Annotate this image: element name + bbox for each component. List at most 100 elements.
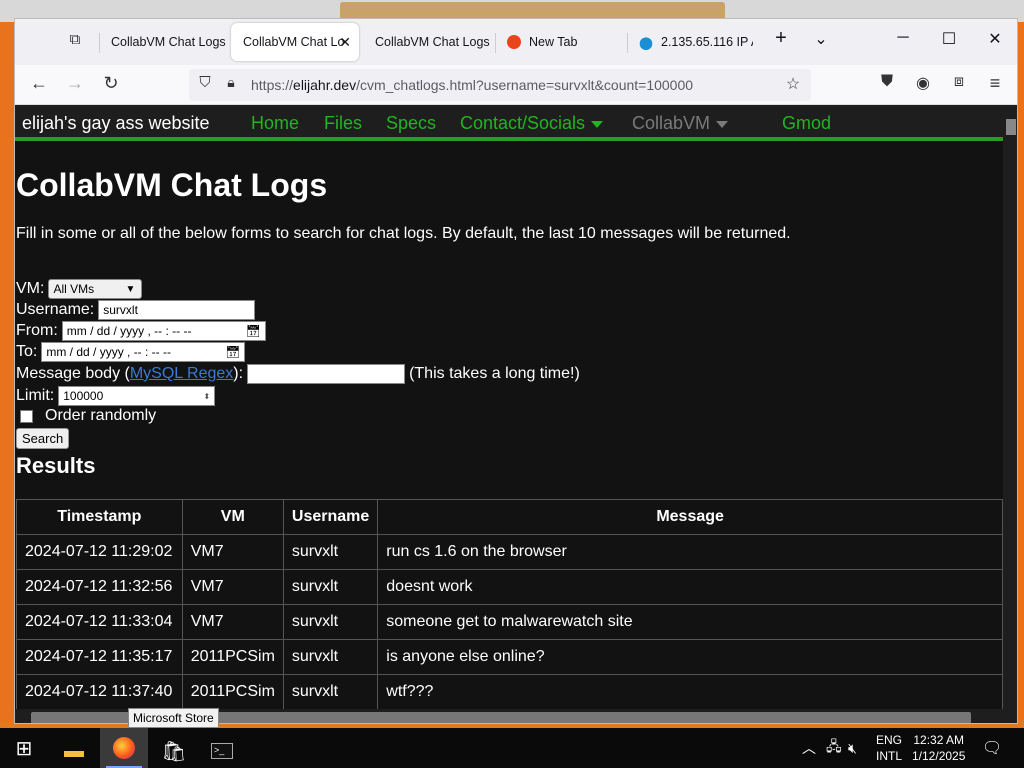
desktop-background-left — [0, 22, 14, 722]
notifications-icon[interactable]: 🗨︎ — [982, 728, 1002, 768]
message-label: Message body ( — [16, 365, 130, 382]
from-datetime-input[interactable]: mm / dd / yyyy , -- : -- -- 📅︎ — [61, 321, 266, 341]
random-row: Order randomly — [16, 407, 156, 425]
minimize-button[interactable]: ─ — [883, 29, 923, 47]
volume-muted-icon[interactable]: 🔇︎ — [848, 728, 857, 768]
nav-gmod[interactable]: Gmod — [782, 113, 831, 134]
header-username: Username — [282, 499, 379, 535]
from-row: From: mm / dd / yyyy , -- : -- -- 📅︎ — [16, 321, 266, 341]
clock[interactable]: 12:32 AM 1/12/2025 — [912, 728, 965, 768]
spinner-icon[interactable]: ⬍ — [204, 392, 211, 401]
order-random-label[interactable]: Order randomly — [45, 407, 156, 425]
forward-arrow-icon[interactable]: → — [63, 73, 87, 94]
nav-toolbar: ← → ↻ ⛉ 🔒︎ https://elijahr.dev/cvm_chatl… — [15, 65, 1017, 105]
reload-icon[interactable]: ↻ — [99, 73, 123, 94]
taskbar-tooltip: Microsoft Store — [128, 708, 219, 728]
page-title: CollabVM Chat Logs — [16, 167, 328, 203]
lock-icon[interactable]: 🔒︎ — [219, 74, 243, 91]
cell-username: survxlt — [282, 534, 379, 570]
order-random-checkbox[interactable] — [20, 409, 33, 423]
nav-contact-socials[interactable]: Contact/Socials — [460, 113, 604, 134]
cell-timestamp: 2024-07-12 11:37:40 — [16, 674, 183, 709]
lang-bottom: INTL — [876, 749, 903, 763]
nav-home[interactable]: Home — [251, 113, 299, 134]
limit-value: 100000 — [63, 389, 104, 403]
tab-4[interactable]: New Tab — [495, 23, 623, 61]
limit-label: Limit: — [16, 387, 55, 404]
nav-collabvm-label: CollabVM — [632, 113, 711, 133]
nav-files[interactable]: Files — [324, 113, 362, 134]
extensions-icon[interactable]: ⧈ — [947, 73, 971, 91]
cell-message: run cs 1.6 on the browser — [377, 534, 1003, 570]
cell-username: survxlt — [282, 674, 379, 709]
file-explorer-icon[interactable]: ▬ — [50, 734, 98, 768]
results-heading: Results — [16, 453, 96, 478]
nav-contact-label: Contact/Socials — [460, 113, 586, 133]
tab-5[interactable]: ⬤ 2.135.65.116 IP A — [627, 23, 753, 61]
chevron-down-icon: ▼ — [125, 283, 136, 295]
url-bar[interactable]: ⛉ 🔒︎ https://elijahr.dev/cvm_chatlogs.ht… — [189, 69, 811, 101]
vm-label: VM: — [16, 280, 45, 297]
site-brand[interactable]: elijah's gay ass website — [22, 113, 210, 134]
url-prefix: https:// — [251, 77, 294, 93]
network-icon[interactable]: 🖧︎ — [826, 728, 842, 768]
to-datetime-input[interactable]: mm / dd / yyyy , -- : -- -- 📅︎ — [41, 342, 246, 362]
windows-start-icon[interactable]: ⊞ — [0, 731, 48, 765]
tab-1[interactable]: CollabVM Chat Logs — [99, 23, 227, 61]
taskbar: ⊞ ▬ 🛍︎ >_ ︿ 🖧︎ 🔇︎ ENG INTL 12:32 AM 1/12… — [0, 728, 1024, 768]
calendar-icon[interactable]: 📅︎ — [246, 324, 261, 338]
shield-icon[interactable]: ⛉ — [193, 74, 217, 91]
vertical-scrollbar[interactable] — [1003, 105, 1017, 709]
dropdown-caret-icon — [716, 120, 729, 128]
lang-top: ENG — [876, 733, 903, 747]
message-row: Message body (MySQL Regex): (This takes … — [16, 364, 580, 384]
tab-overview-icon[interactable]: ⧉ — [63, 31, 87, 48]
calendar-icon[interactable]: 📅︎ — [225, 345, 240, 359]
tab-3[interactable]: CollabVM Chat Logs — [363, 23, 491, 61]
list-tabs-chevron-icon[interactable]: ⌄ — [801, 29, 841, 49]
browser-window: ⧉ CollabVM Chat Logs CollabVM Chat Lo ✕ C… — [14, 18, 1018, 724]
close-window-button[interactable]: ✕ — [975, 29, 1015, 49]
message-label-end: ): — [233, 365, 244, 382]
tray-chevron-up-icon[interactable]: ︿ — [802, 728, 816, 768]
vm-selected: All VMs — [53, 282, 95, 296]
dropdown-caret-icon — [591, 120, 604, 128]
back-arrow-icon[interactable]: ← — [27, 73, 51, 94]
username-input[interactable]: survxlt — [98, 300, 256, 320]
language-indicator[interactable]: ENG INTL — [876, 728, 902, 768]
mysql-regex-link[interactable]: MySQL Regex — [130, 365, 233, 383]
vm-select[interactable]: All VMs ▼ — [48, 279, 143, 299]
vm-row: VM: All VMs ▼ — [16, 279, 143, 299]
desktop-background-right — [1018, 22, 1024, 722]
firefox-taskbar-icon[interactable] — [100, 728, 148, 768]
tab-label: CollabVM Chat Logs — [111, 35, 226, 49]
url-path: /cvm_chatlogs.html?username=survxlt&coun… — [356, 77, 694, 93]
cell-vm: VM7 — [181, 604, 284, 640]
table-row: 2024-07-12 11:29:02 VM7 survxlt run cs 1.6 … — [16, 534, 1003, 570]
clock-time: 12:32 AM — [913, 733, 965, 747]
vertical-scroll-thumb[interactable] — [1006, 119, 1016, 135]
limit-input[interactable]: 100000 ⬍ — [58, 386, 216, 406]
url-text[interactable]: https://elijahr.dev/cvm_chatlogs.html?us… — [251, 77, 693, 93]
pocket-icon[interactable]: ⛊ — [875, 73, 899, 91]
terminal-icon[interactable]: >_ — [198, 734, 246, 768]
search-button[interactable]: Search — [16, 428, 70, 449]
nav-specs[interactable]: Specs — [386, 113, 436, 134]
search-row: Search — [16, 428, 70, 449]
tab-2-active[interactable]: CollabVM Chat Lo ✕ — [231, 23, 359, 61]
tab-label: CollabVM Chat Logs — [375, 35, 490, 49]
bookmark-star-icon[interactable]: ☆ — [781, 74, 805, 94]
new-tab-button[interactable]: + — [761, 27, 801, 50]
cell-vm: 2011PCSim — [181, 639, 284, 675]
close-tab-icon[interactable]: ✕ — [339, 34, 351, 51]
to-placeholder: mm / dd / yyyy , -- : -- -- — [46, 345, 172, 359]
microsoft-store-icon[interactable]: 🛍︎ — [150, 734, 198, 768]
menu-icon[interactable]: ≡ — [983, 73, 1007, 94]
message-input[interactable] — [247, 364, 406, 384]
maximize-button[interactable]: ☐ — [929, 29, 969, 49]
tab-label: New Tab — [529, 35, 578, 49]
nav-collabvm[interactable]: CollabVM — [632, 113, 729, 134]
account-icon[interactable]: ◉ — [911, 73, 935, 93]
table-header-row: Timestamp VM Username Message — [16, 499, 1003, 535]
cell-timestamp: 2024-07-12 11:35:17 — [16, 639, 183, 675]
